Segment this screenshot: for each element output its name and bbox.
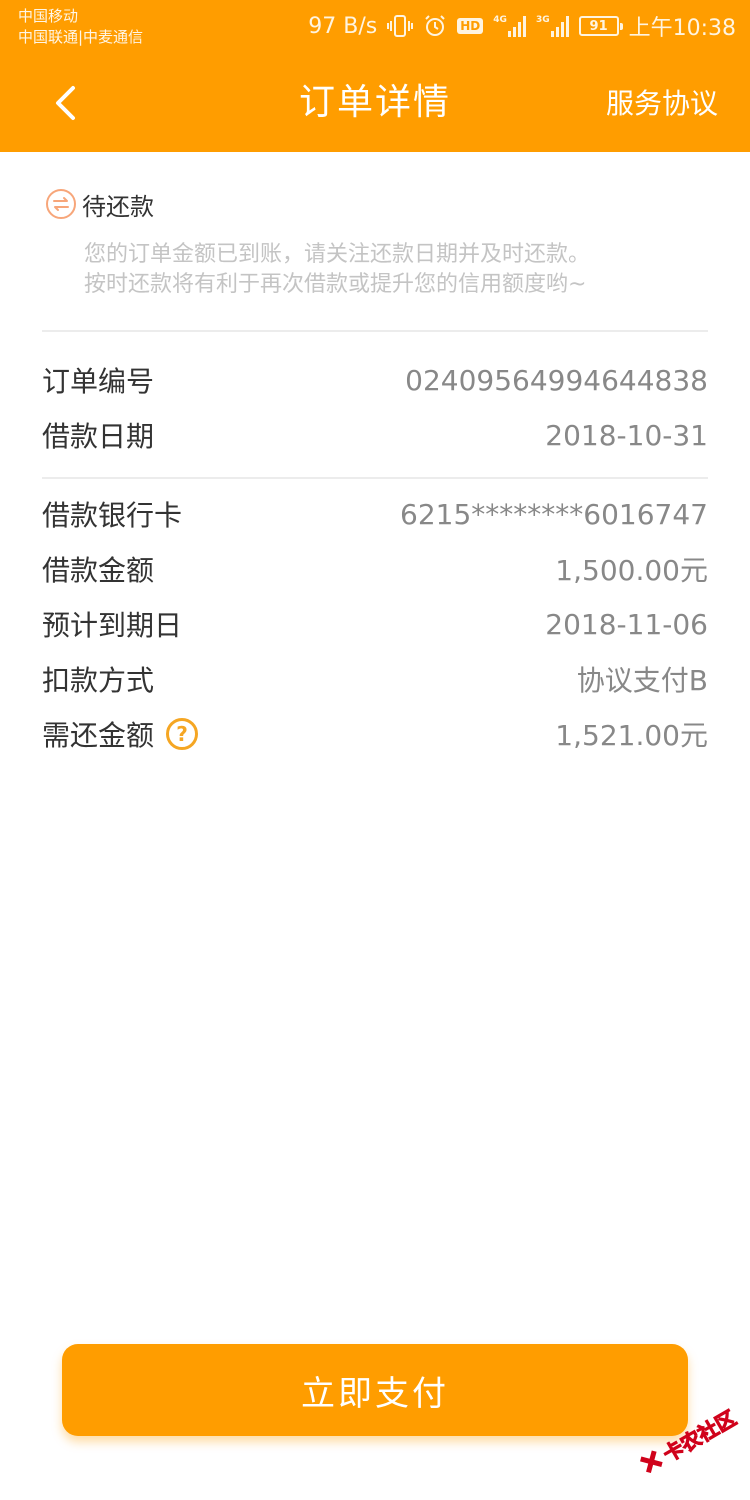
due-date-label: 预计到期日 bbox=[42, 609, 183, 642]
network-speed: 97 B/s bbox=[308, 13, 378, 39]
carrier-secondary: 中国联通|中麦通信 bbox=[18, 28, 144, 46]
hd-badge: HD bbox=[457, 18, 484, 34]
clock: 上午10:38 bbox=[628, 16, 736, 41]
divider bbox=[42, 330, 708, 332]
loan-amount-row: 借款金额 1,500.00元 bbox=[42, 547, 708, 591]
pay-now-button[interactable]: 立即支付 bbox=[62, 1344, 688, 1436]
repay-amount-label-group: 需还金额 ? bbox=[42, 714, 199, 754]
deduct-method-row: 扣款方式 协议支付B bbox=[42, 657, 708, 701]
order-number-value: 02409564994644838 bbox=[405, 363, 708, 397]
order-status: 待还款 bbox=[46, 186, 154, 222]
signal-icon-3g: 3G bbox=[536, 15, 569, 37]
battery-level: 91 bbox=[589, 18, 608, 34]
deduct-method-label: 扣款方式 bbox=[42, 664, 155, 697]
order-status-label: 待还款 bbox=[82, 192, 154, 221]
carrier-info: 中国移动 中国联通|中麦通信 bbox=[18, 6, 143, 48]
loan-date-value: 2018-10-31 bbox=[545, 418, 708, 452]
carrier-primary: 中国移动 bbox=[18, 7, 79, 25]
help-icon[interactable]: ? bbox=[166, 718, 199, 750]
status-notice: 您的订单金额已到账，请关注还款日期并及时还款。 按时还款将有利于再次借款或提升您… bbox=[84, 240, 590, 300]
repay-amount-row: 需还金额 ? 1,521.00元 bbox=[42, 712, 708, 756]
loan-amount-value: 1,500.00元 bbox=[555, 554, 708, 587]
repay-amount-label: 需还金额 bbox=[42, 719, 155, 752]
bank-card-value: 6215********6016747 bbox=[400, 497, 708, 531]
exchange-icon bbox=[46, 189, 76, 219]
app-header: 中国移动 中国联通|中麦通信 97 B/s HD 4G 3G 91 上午10:3… bbox=[0, 0, 750, 152]
due-date-row: 预计到期日 2018-11-06 bbox=[42, 602, 708, 646]
status-icons: 97 B/s HD 4G 3G 91 上午10:38 bbox=[308, 10, 736, 42]
loan-amount-label: 借款金额 bbox=[42, 554, 155, 587]
vibrate-icon bbox=[387, 14, 414, 38]
loan-date-row: 借款日期 2018-10-31 bbox=[42, 413, 708, 457]
battery-icon: 91 bbox=[578, 16, 623, 36]
order-number-label: 订单编号 bbox=[42, 365, 155, 398]
alarm-icon bbox=[423, 14, 447, 38]
repay-amount-value: 1,521.00元 bbox=[555, 719, 708, 752]
network-3g-label: 3G bbox=[535, 15, 550, 25]
notice-line-2: 按时还款将有利于再次借款或提升您的信用额度哟~ bbox=[84, 272, 587, 297]
notice-line-1: 您的订单金额已到账，请关注还款日期并及时还款。 bbox=[84, 242, 591, 267]
loan-date-label: 借款日期 bbox=[42, 420, 155, 453]
network-4g-label: 4G bbox=[493, 15, 507, 25]
due-date-value: 2018-11-06 bbox=[545, 607, 708, 641]
bank-card-row: 借款银行卡 6215********6016747 bbox=[42, 492, 708, 536]
deduct-method-value: 协议支付B bbox=[576, 664, 708, 697]
signal-icon-4g: 4G bbox=[493, 15, 526, 37]
order-number-row: 订单编号 02409564994644838 bbox=[42, 358, 708, 402]
divider bbox=[42, 477, 708, 479]
bank-card-label: 借款银行卡 bbox=[42, 499, 183, 532]
service-agreement-link[interactable]: 服务协议 bbox=[606, 82, 718, 126]
